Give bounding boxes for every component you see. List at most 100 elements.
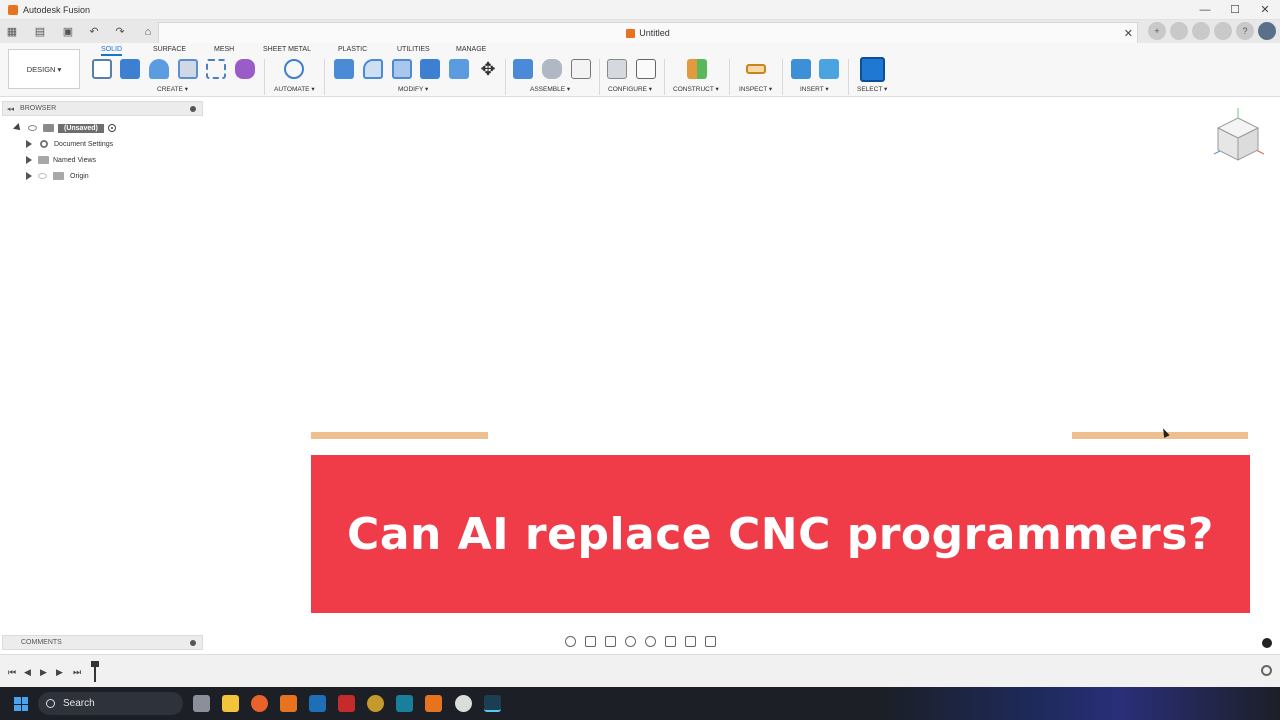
extrude-icon[interactable]: [120, 59, 140, 79]
fillet-icon[interactable]: [363, 59, 383, 79]
tab-solid[interactable]: SOLID: [101, 44, 123, 56]
document-tab[interactable]: Untitled ✕: [158, 22, 1138, 43]
maximize-button[interactable]: ☐: [1220, 0, 1250, 20]
install-app-icon[interactable]: [396, 695, 413, 712]
close-button[interactable]: ✕: [1250, 0, 1280, 20]
unity-app-icon[interactable]: [455, 695, 472, 712]
select-menu[interactable]: SELECT ▾: [857, 85, 887, 93]
automate-menu[interactable]: AUTOMATE ▾: [274, 85, 315, 93]
redo-icon[interactable]: ↷: [112, 24, 128, 40]
insert-canvas-icon[interactable]: [819, 59, 839, 79]
windows-start-icon[interactable]: [14, 697, 28, 711]
tab-mesh[interactable]: MESH: [214, 44, 234, 56]
browser-item-named-views[interactable]: Named Views: [26, 153, 96, 167]
grid-snaps-icon[interactable]: [684, 636, 696, 647]
create-sketch-icon[interactable]: [92, 59, 112, 79]
tab-surface[interactable]: SURFACE: [153, 44, 186, 56]
expand-arrow-icon[interactable]: [26, 156, 32, 164]
comments-panel-header[interactable]: COMMENTS: [2, 635, 203, 650]
task-view-icon[interactable]: [193, 695, 210, 712]
configuration-table-icon[interactable]: [636, 59, 656, 79]
configure-menu[interactable]: CONFIGURE ▾: [608, 85, 652, 93]
viewports-icon[interactable]: [704, 636, 716, 647]
timeline-settings-gear-icon[interactable]: [1261, 665, 1272, 676]
cam-app-icon[interactable]: [309, 695, 326, 712]
user-avatar[interactable]: [1258, 22, 1276, 40]
move-copy-icon[interactable]: ✥: [478, 59, 498, 79]
fusion-app-icon-2[interactable]: [425, 695, 442, 712]
new-component-icon[interactable]: [513, 59, 533, 79]
revolve-icon[interactable]: [149, 59, 169, 79]
combine-icon[interactable]: [449, 59, 469, 79]
workspace-switcher-button[interactable]: DESIGN ▾: [8, 49, 80, 89]
firefox-icon[interactable]: [251, 695, 268, 712]
pin-icon[interactable]: [190, 106, 196, 112]
browser-header[interactable]: ◂◂ BROWSER: [2, 101, 203, 116]
look-at-icon[interactable]: [585, 636, 597, 647]
visibility-eye-icon[interactable]: [28, 125, 37, 131]
add-comment-icon[interactable]: [190, 640, 196, 646]
tab-close-button[interactable]: ✕: [1124, 27, 1133, 40]
chamfer-icon[interactable]: [392, 59, 412, 79]
create-form-icon[interactable]: [235, 59, 255, 79]
help-icon[interactable]: ?: [1236, 22, 1254, 40]
expand-arrow-icon[interactable]: [26, 140, 32, 148]
automate-icon[interactable]: [284, 59, 304, 79]
activate-radio-icon[interactable]: [107, 124, 116, 132]
offset-plane-icon[interactable]: [687, 59, 707, 79]
tab-plastic[interactable]: PLASTIC: [338, 44, 367, 56]
press-pull-icon[interactable]: [334, 59, 354, 79]
go-to-end-icon[interactable]: ⏭: [73, 667, 81, 678]
active-app-icon[interactable]: [484, 695, 501, 712]
shell-icon[interactable]: [420, 59, 440, 79]
tab-manage[interactable]: MANAGE: [456, 44, 486, 56]
go-to-start-icon[interactable]: ⏮: [8, 667, 16, 678]
pan-hand-icon[interactable]: [605, 636, 617, 647]
fusion-app-icon[interactable]: [280, 695, 297, 712]
file-menu-icon[interactable]: ▤: [32, 24, 48, 40]
table-icon[interactable]: [571, 59, 591, 79]
browser-root-row[interactable]: (Unsaved): [13, 121, 116, 135]
select-icon[interactable]: [860, 57, 885, 82]
hole-icon[interactable]: [178, 59, 198, 79]
assemble-menu[interactable]: ASSEMBLE ▾: [530, 85, 570, 93]
undo-icon[interactable]: ↶: [86, 24, 102, 40]
expand-arrow-icon[interactable]: [26, 172, 32, 180]
insert-menu[interactable]: INSERT ▾: [800, 85, 829, 93]
save-icon[interactable]: ▣: [60, 24, 76, 40]
create-menu[interactable]: CREATE ▾: [157, 85, 188, 93]
view-cube[interactable]: [1208, 104, 1272, 170]
job-status-icon[interactable]: [1192, 22, 1210, 40]
pattern-icon[interactable]: [206, 59, 226, 79]
play-icon[interactable]: ▶: [40, 667, 47, 678]
display-settings-icon[interactable]: [664, 636, 676, 647]
browser-item-origin[interactable]: Origin: [26, 169, 89, 183]
fit-icon[interactable]: [644, 636, 656, 647]
notifications-bell-icon[interactable]: [1214, 22, 1232, 40]
data-panel-grid-icon[interactable]: ▦: [4, 24, 20, 40]
configure-body-icon[interactable]: [607, 59, 627, 79]
taskbar-search[interactable]: Search: [38, 692, 183, 715]
minimize-button[interactable]: —: [1190, 0, 1220, 20]
inspect-menu[interactable]: INSPECT ▾: [739, 85, 772, 93]
expand-arrow-icon[interactable]: [13, 123, 23, 133]
browser-item-document-settings[interactable]: Document Settings: [26, 137, 113, 151]
construct-menu[interactable]: CONSTRUCT ▾: [673, 85, 719, 93]
home-icon[interactable]: ⌂: [140, 24, 156, 40]
zoom-icon[interactable]: [625, 636, 637, 647]
step-forward-icon[interactable]: ▶: [56, 667, 63, 678]
insert-derive-icon[interactable]: [791, 59, 811, 79]
modify-menu[interactable]: MODIFY ▾: [398, 85, 428, 93]
red-app-icon[interactable]: [338, 695, 355, 712]
collapse-arrows-icon[interactable]: ◂◂: [7, 105, 14, 113]
creature-app-icon[interactable]: [367, 695, 384, 712]
visibility-eye-icon[interactable]: [38, 173, 47, 179]
file-explorer-icon[interactable]: [222, 695, 239, 712]
camera-toggle-icon[interactable]: [1262, 638, 1272, 648]
step-back-icon[interactable]: ◀: [24, 667, 31, 678]
timeline-marker[interactable]: [91, 661, 99, 682]
joint-icon[interactable]: [542, 59, 562, 79]
tab-sheet-metal[interactable]: SHEET METAL: [263, 44, 311, 56]
new-tab-icon[interactable]: +: [1148, 22, 1166, 40]
extensions-icon[interactable]: [1170, 22, 1188, 40]
